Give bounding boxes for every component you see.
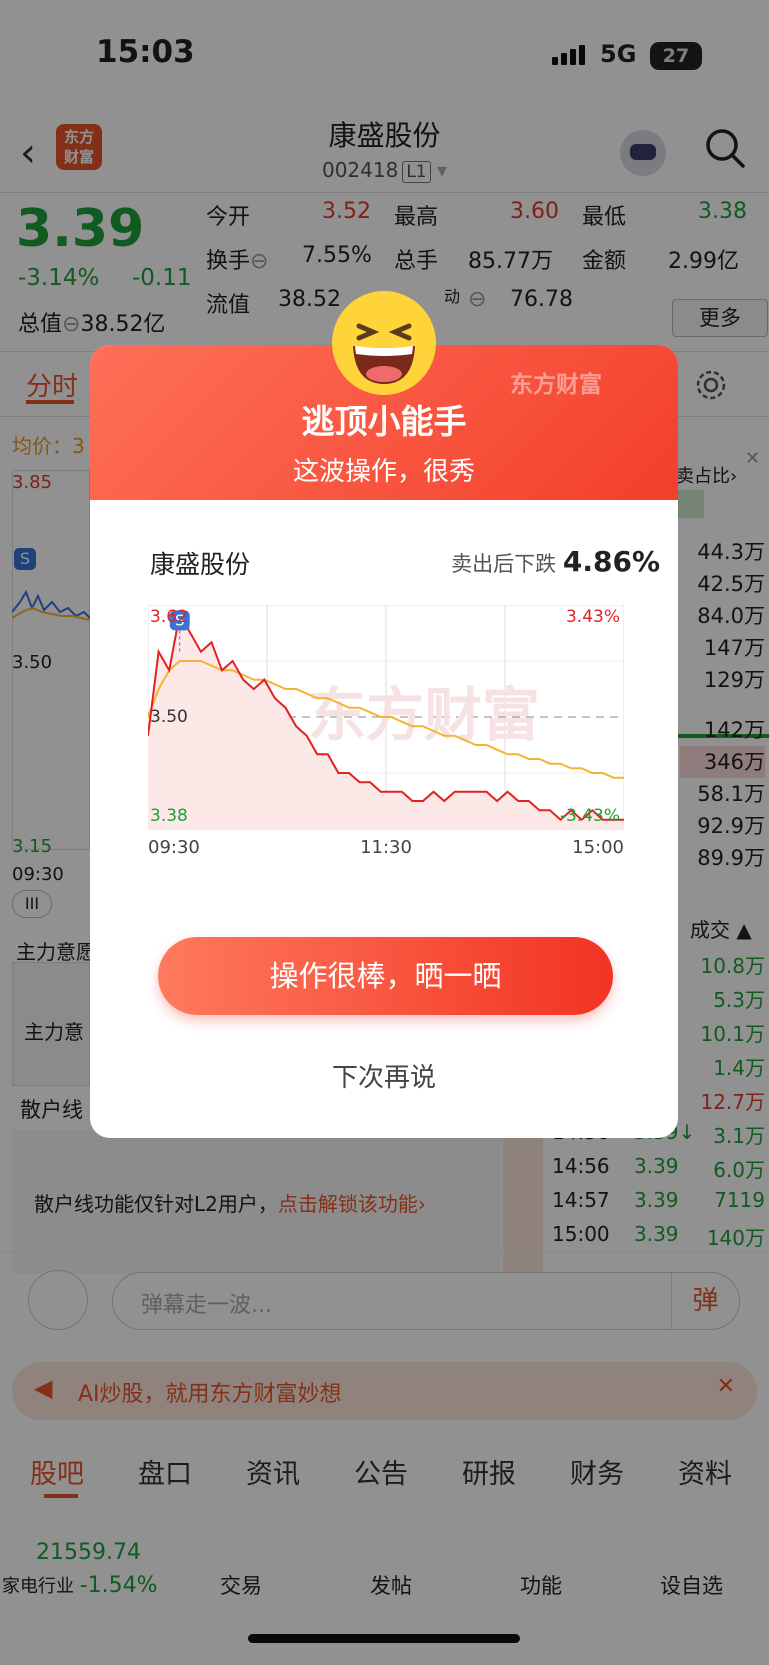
share-button[interactable]: 操作很棒，晒一晒 [158,937,613,1015]
pct-label-top: 3.43% [566,607,620,627]
x-tick-mid: 11:30 [360,837,412,858]
x-tick-end: 15:00 [572,837,624,858]
chart-watermark: 东方财富 [308,681,540,749]
intraday-chart: 东方财富 S 3.62 3.50 3.38 3.43% -3.43% 09:30… [148,605,624,858]
x-tick-start: 09:30 [148,837,200,858]
drop-after-sell: 卖出后下跌 4.86% [451,545,660,578]
y-label-mid: 3.50 [150,707,188,727]
achievement-dialog: 东方财富 逃顶小能手 这波操作，很秀 康盛股份 卖出后下跌 4.86% 东方财富… [90,345,678,1138]
brand-watermark: 东方财富 [510,372,602,398]
y-label-bottom: 3.38 [150,806,188,826]
dialog-stock-name: 康盛股份 [150,550,251,579]
laughing-emoji-icon [332,291,436,395]
dialog-subtitle: 这波操作，很秀 [292,457,475,487]
pct-label-bottom: -3.43% [560,806,620,826]
y-label-top: 3.62 [150,607,188,627]
later-button[interactable]: 下次再说 [90,1057,678,1094]
dialog-title: 逃顶小能手 [301,402,467,441]
